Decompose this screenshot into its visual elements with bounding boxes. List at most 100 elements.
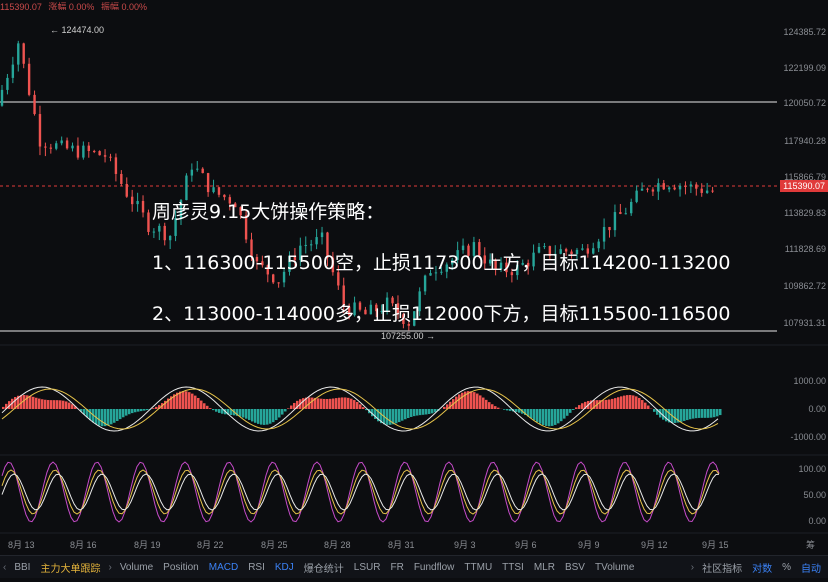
macd-bar <box>713 409 716 417</box>
macd-bar <box>242 409 245 418</box>
indicator-tab-kdj[interactable]: KDJ <box>270 562 299 573</box>
low-annotation: 107255.00 → <box>381 331 435 341</box>
macd-bar <box>137 409 140 412</box>
macd-bar <box>47 400 50 409</box>
macd-bar <box>653 409 656 412</box>
macd-bar <box>410 409 413 417</box>
macd-bar <box>611 399 614 409</box>
macd-bar <box>2 407 5 409</box>
macd-bar <box>542 409 545 425</box>
macd-bar <box>608 400 611 409</box>
indicator-tab-bbi[interactable]: BBI <box>9 562 35 573</box>
candle-body <box>603 227 605 242</box>
indicator-tab-bsv[interactable]: BSV <box>560 562 590 573</box>
candle-body <box>60 140 62 143</box>
macd-bar <box>347 398 350 409</box>
macd-bar <box>506 409 509 410</box>
indicator-tab-tvolume[interactable]: TVolume <box>590 562 639 573</box>
indicator-tab-volume[interactable]: Volume <box>115 562 158 573</box>
macd-bar <box>470 391 473 409</box>
macd-bar <box>113 409 116 423</box>
macd-bar <box>260 409 263 425</box>
macd-bar <box>626 395 629 409</box>
macd-bar <box>197 398 200 409</box>
candle-body <box>44 147 46 148</box>
indicator-tab-ttsi[interactable]: TTSI <box>497 562 529 573</box>
chart-stage[interactable] <box>0 0 828 577</box>
macd-bar <box>335 398 338 409</box>
macd-bar <box>398 409 401 422</box>
candle-body <box>321 233 323 238</box>
kdj-label: 100.00 <box>798 464 826 474</box>
candle-body <box>608 227 610 230</box>
candle-body <box>679 186 681 189</box>
macd-bar <box>704 409 707 418</box>
macd-bar <box>65 401 68 409</box>
candle-body <box>641 189 643 191</box>
chevron-left-icon[interactable]: ‹ <box>0 562 9 573</box>
candle-body <box>424 276 426 292</box>
candle-body <box>657 183 659 191</box>
macd-bar <box>212 409 215 410</box>
macd-label: -1000.00 <box>790 432 826 442</box>
y-label: 124385.72 <box>783 27 826 37</box>
macd-bar <box>350 399 353 409</box>
macd-bar <box>71 404 74 409</box>
candle-body <box>93 151 95 152</box>
macd-bar <box>551 409 554 426</box>
candle-body <box>164 226 166 240</box>
indicator-tab-liquidation[interactable]: 爆仓统计 <box>299 560 349 575</box>
macd-bar <box>566 409 569 416</box>
indicator-tab-position[interactable]: Position <box>158 562 204 573</box>
macd-bar <box>698 409 701 418</box>
indicator-tab-fundflow[interactable]: Fundflow <box>409 562 460 573</box>
macd-bar <box>191 394 194 409</box>
indicator-tab-lsur[interactable]: LSUR <box>349 562 386 573</box>
macd-bar <box>389 409 392 425</box>
macd-bar <box>62 401 65 409</box>
macd-bar <box>209 408 212 409</box>
macd-bar <box>134 409 137 412</box>
y-label: 113829.83 <box>784 208 826 218</box>
macd-bar <box>323 399 326 409</box>
indicator-tab-fr[interactable]: FR <box>385 562 408 573</box>
candle-body <box>191 170 193 176</box>
macd-bar <box>311 398 314 409</box>
indicator-tab-mlr[interactable]: MLR <box>529 562 560 573</box>
macd-bar <box>491 404 494 409</box>
macd-bar <box>59 400 62 409</box>
candle-body <box>690 184 692 186</box>
macd-bar <box>461 393 464 409</box>
candle-body <box>147 212 149 232</box>
indicator-tab-macd[interactable]: MACD <box>204 562 243 573</box>
percent-scale-toggle[interactable]: % <box>777 562 796 573</box>
indicator-tab-rsi[interactable]: RSI <box>243 562 270 573</box>
candle-body <box>310 244 312 245</box>
macd-bar <box>272 409 275 422</box>
macd-bar <box>326 399 329 409</box>
y-label: 111828.69 <box>785 244 826 254</box>
candle-body <box>39 114 41 146</box>
macd-bar <box>605 400 608 409</box>
candle-body <box>28 64 30 95</box>
header-amplitude: 振幅 0.00% <box>101 2 147 10</box>
community-indicators-button[interactable]: 社区指标 <box>697 560 747 575</box>
macd-bar <box>152 408 155 409</box>
price-chart[interactable] <box>0 0 828 577</box>
macd-bar <box>293 403 296 409</box>
macd-bar <box>278 409 281 417</box>
chevron-right-icon[interactable]: › <box>105 562 114 573</box>
macd-bar <box>284 409 287 411</box>
chevron-right-icon[interactable]: › <box>688 562 697 573</box>
indicator-tab-main-force[interactable]: 主力大单跟踪 <box>35 560 105 575</box>
macd-bar <box>56 400 59 409</box>
x-label: 9月 3 <box>454 538 476 551</box>
candle-body <box>218 187 220 195</box>
auto-scale-toggle[interactable]: 自动 <box>796 560 826 575</box>
macd-bar <box>530 409 533 418</box>
candle-body <box>66 140 68 148</box>
log-scale-toggle[interactable]: 对数 <box>747 560 777 575</box>
candle-body <box>158 226 160 232</box>
macd-bar <box>155 407 158 409</box>
indicator-tab-ttmu[interactable]: TTMU <box>459 562 497 573</box>
